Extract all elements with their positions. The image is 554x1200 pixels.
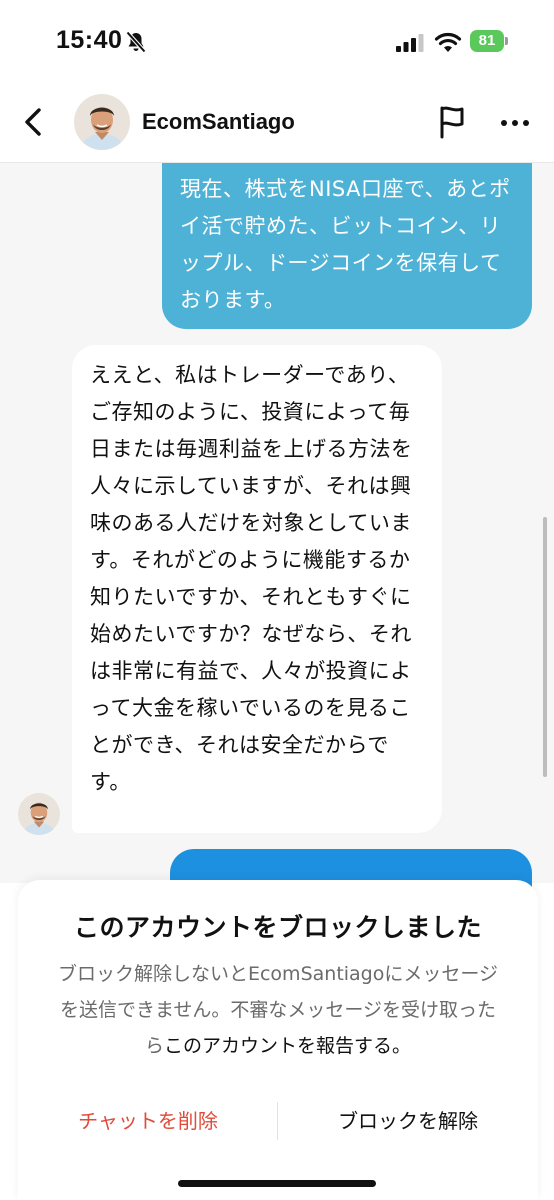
- blocked-description: ブロック解除しないとEcomSantiagoにメッセージを送信できません。不審な…: [52, 956, 504, 1064]
- sender-avatar[interactable]: [18, 793, 60, 835]
- status-bar: 15:40 81: [0, 0, 554, 84]
- chevron-left-icon[interactable]: [20, 106, 48, 138]
- outgoing-message[interactable]: 現在、株式をNISA口座で、あとポイ活で貯めた、ビットコイン、リップル、ドージコ…: [162, 163, 532, 329]
- avatar[interactable]: [74, 94, 130, 150]
- status-time: 15:40: [56, 26, 123, 54]
- profile-photo: [74, 94, 130, 150]
- blocked-title: このアカウントをブロックしました: [73, 913, 482, 942]
- chat-header: EcomSantiago: [0, 84, 554, 163]
- scrollbar[interactable]: [543, 517, 547, 777]
- incoming-message[interactable]: ええと、私はトレーダーであり、ご存知のように、投資によって毎日または毎週利益を上…: [72, 345, 442, 833]
- flag-icon[interactable]: [436, 104, 468, 140]
- battery-icon: 81: [470, 30, 508, 54]
- unblock-button[interactable]: ブロックを解除: [278, 1086, 538, 1156]
- more-icon[interactable]: [498, 108, 532, 138]
- blocked-account-panel: このアカウントをブロックしました ブロック解除しないとEcomSantiagoに…: [18, 880, 538, 1200]
- delete-chat-button[interactable]: チャットを削除: [18, 1086, 278, 1156]
- chat-username[interactable]: EcomSantiago: [142, 109, 295, 135]
- signal-icon: [396, 34, 424, 52]
- report-account-link[interactable]: このアカウントを報告する。: [164, 1035, 411, 1057]
- profile-photo: [18, 793, 60, 835]
- battery-level: 81: [470, 30, 504, 52]
- wifi-icon: [434, 32, 462, 52]
- bell-slash-icon: [126, 31, 146, 53]
- message-list[interactable]: 現在、株式をNISA口座で、あとポイ活で貯めた、ビットコイン、リップル、ドージコ…: [0, 163, 554, 909]
- home-indicator[interactable]: [178, 1180, 376, 1187]
